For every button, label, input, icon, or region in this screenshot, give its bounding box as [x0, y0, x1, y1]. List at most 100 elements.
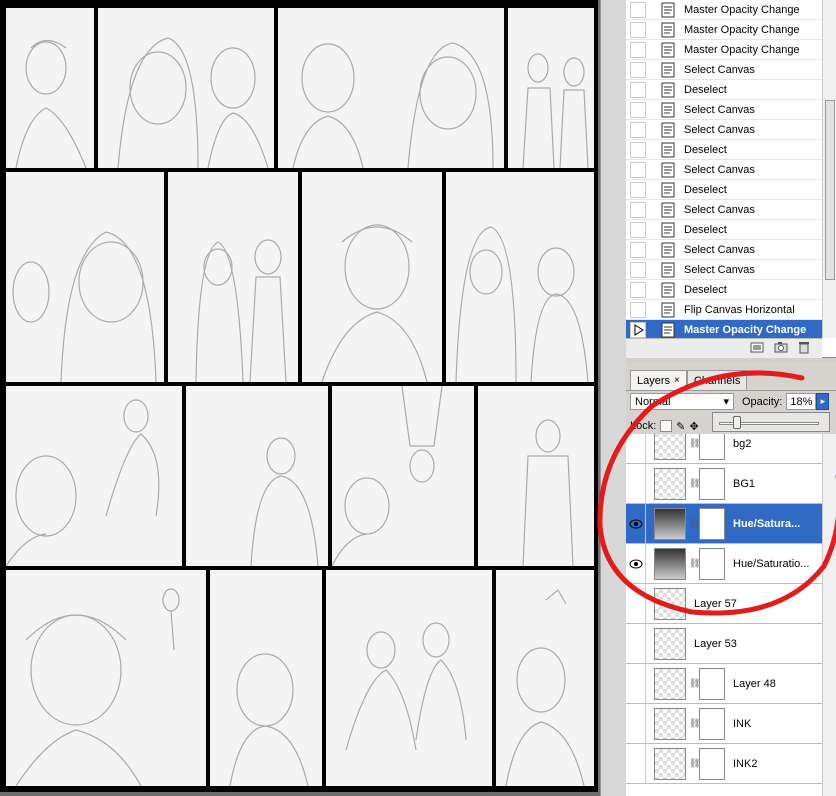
layer-row[interactable]: ⛓ bg2 [626, 434, 822, 464]
visibility-toggle[interactable] [626, 663, 646, 704]
history-snapshot-toggle[interactable] [630, 61, 646, 78]
document-canvas[interactable] [0, 0, 600, 796]
layer-mask-thumbnail[interactable] [699, 434, 725, 460]
history-step-icon [660, 101, 676, 119]
tab-channels[interactable]: Channels [686, 370, 748, 390]
history-snapshot-toggle[interactable] [630, 81, 646, 98]
comic-panel [6, 570, 206, 786]
layers-scrollbar[interactable] [822, 434, 836, 796]
layer-row[interactable]: ⛓ Hue/Satura... [626, 503, 822, 544]
lock-transparent-icon[interactable] [660, 420, 673, 432]
history-state[interactable]: Master Opacity Change [626, 0, 822, 20]
layer-row[interactable]: ⛓ INK [626, 703, 822, 744]
opacity-slider-toggle[interactable]: ▸ [816, 393, 830, 410]
comic-panel [98, 8, 274, 168]
layer-mask-thumbnail[interactable] [699, 667, 725, 700]
history-scrollbar[interactable] [822, 0, 836, 338]
history-state[interactable]: Master Opacity Change [626, 40, 822, 60]
layer-mask-thumbnail[interactable] [699, 547, 725, 580]
visibility-toggle[interactable] [626, 583, 646, 624]
history-snapshot-toggle[interactable] [630, 141, 646, 158]
opacity-slider-handle[interactable] [733, 416, 741, 429]
history-snapshot-toggle[interactable] [630, 1, 646, 18]
layer-thumbnail [654, 587, 686, 620]
history-snapshot-toggle[interactable] [630, 121, 646, 138]
history-snapshot-toggle[interactable] [630, 161, 646, 178]
history-state[interactable]: Select Canvas [626, 260, 822, 280]
history-snapshot-toggle[interactable] [630, 241, 646, 258]
visibility-toggle[interactable] [626, 463, 646, 504]
history-state[interactable]: Flip Canvas Horizontal [626, 300, 822, 320]
history-scroll-thumb[interactable] [825, 100, 835, 280]
visibility-toggle[interactable] [626, 743, 646, 784]
history-snapshot-toggle[interactable] [630, 261, 646, 278]
link-icon[interactable]: ⛓ [689, 518, 700, 529]
canvas-scrollbar[interactable] [600, 0, 626, 796]
brush-icon[interactable]: ✎ [676, 420, 685, 433]
sketch-figure [15, 588, 180, 786]
history-snapshot-toggle[interactable] [630, 21, 646, 38]
history-state-label: Deselect [684, 183, 727, 196]
link-icon[interactable]: ⛓ [689, 758, 700, 769]
camera-icon[interactable] [774, 341, 788, 356]
eye-icon[interactable] [626, 543, 646, 584]
history-state[interactable]: Select Canvas [626, 100, 822, 120]
trash-icon[interactable] [798, 341, 810, 357]
history-snapshot-toggle[interactable] [630, 41, 646, 58]
layer-row[interactable]: Layer 57 [626, 583, 822, 624]
history-state[interactable]: Deselect [626, 180, 822, 200]
layer-mask-thumbnail[interactable] [699, 467, 725, 500]
new-document-from-state-icon[interactable] [750, 341, 764, 356]
history-state-label: Select Canvas [684, 103, 755, 116]
link-icon[interactable]: ⛓ [689, 678, 700, 689]
history-state-label: Master Opacity Change [684, 23, 800, 36]
comic-panel [446, 172, 594, 382]
layer-row[interactable]: Layer 53 [626, 623, 822, 664]
history-state[interactable]: Select Canvas [626, 60, 822, 80]
opacity-input[interactable]: 18% [786, 393, 817, 410]
layer-mask-thumbnail[interactable] [699, 707, 725, 740]
history-snapshot-toggle[interactable] [630, 201, 646, 218]
layer-mask-thumbnail[interactable] [699, 507, 725, 540]
layer-mask-thumbnail[interactable] [699, 747, 725, 780]
visibility-toggle[interactable] [626, 703, 646, 744]
history-state[interactable]: Deselect [626, 80, 822, 100]
history-state[interactable]: Select Canvas [626, 200, 822, 220]
history-snapshot-toggle[interactable] [630, 301, 646, 318]
history-state-label: Deselect [684, 223, 727, 236]
link-icon[interactable]: ⛓ [689, 438, 700, 449]
comic-panel [326, 570, 492, 786]
layer-row[interactable]: ⛓ Layer 48 [626, 663, 822, 704]
move-icon[interactable]: ✥ [690, 420, 699, 433]
layer-row[interactable]: ⛓ BG1 [626, 463, 822, 504]
history-state[interactable]: Select Canvas [626, 160, 822, 180]
blend-mode-select[interactable]: Normal ▾ [630, 393, 734, 410]
sketch-figure [6, 399, 160, 566]
close-icon[interactable]: × [674, 375, 680, 386]
history-snapshot-toggle[interactable] [630, 101, 646, 118]
link-icon[interactable]: ⛓ [689, 478, 700, 489]
layer-name: BG1 [733, 477, 756, 490]
history-state[interactable]: Deselect [626, 220, 822, 240]
comic-panel [478, 386, 594, 566]
comic-panel [302, 172, 442, 382]
link-icon[interactable]: ⛓ [689, 718, 700, 729]
layer-name: INK2 [733, 757, 758, 770]
history-state[interactable]: Deselect [626, 280, 822, 300]
visibility-toggle[interactable] [626, 434, 646, 464]
history-state[interactable]: Select Canvas [626, 240, 822, 260]
tab-layers[interactable]: Layers × [630, 370, 687, 390]
sketch-figure [345, 622, 467, 751]
history-state[interactable]: Master Opacity Change [626, 320, 822, 340]
history-state[interactable]: Master Opacity Change [626, 20, 822, 40]
visibility-toggle[interactable] [626, 623, 646, 664]
layer-row[interactable]: ⛓ Hue/Saturatio... [626, 543, 822, 584]
eye-icon[interactable] [626, 503, 646, 544]
history-snapshot-toggle[interactable] [630, 221, 646, 238]
layer-row[interactable]: ⛓ INK2 [626, 743, 822, 784]
history-state[interactable]: Select Canvas [626, 120, 822, 140]
history-state[interactable]: Deselect [626, 140, 822, 160]
history-snapshot-toggle[interactable] [630, 281, 646, 298]
history-snapshot-toggle[interactable] [630, 181, 646, 198]
link-icon[interactable]: ⛓ [689, 558, 700, 569]
